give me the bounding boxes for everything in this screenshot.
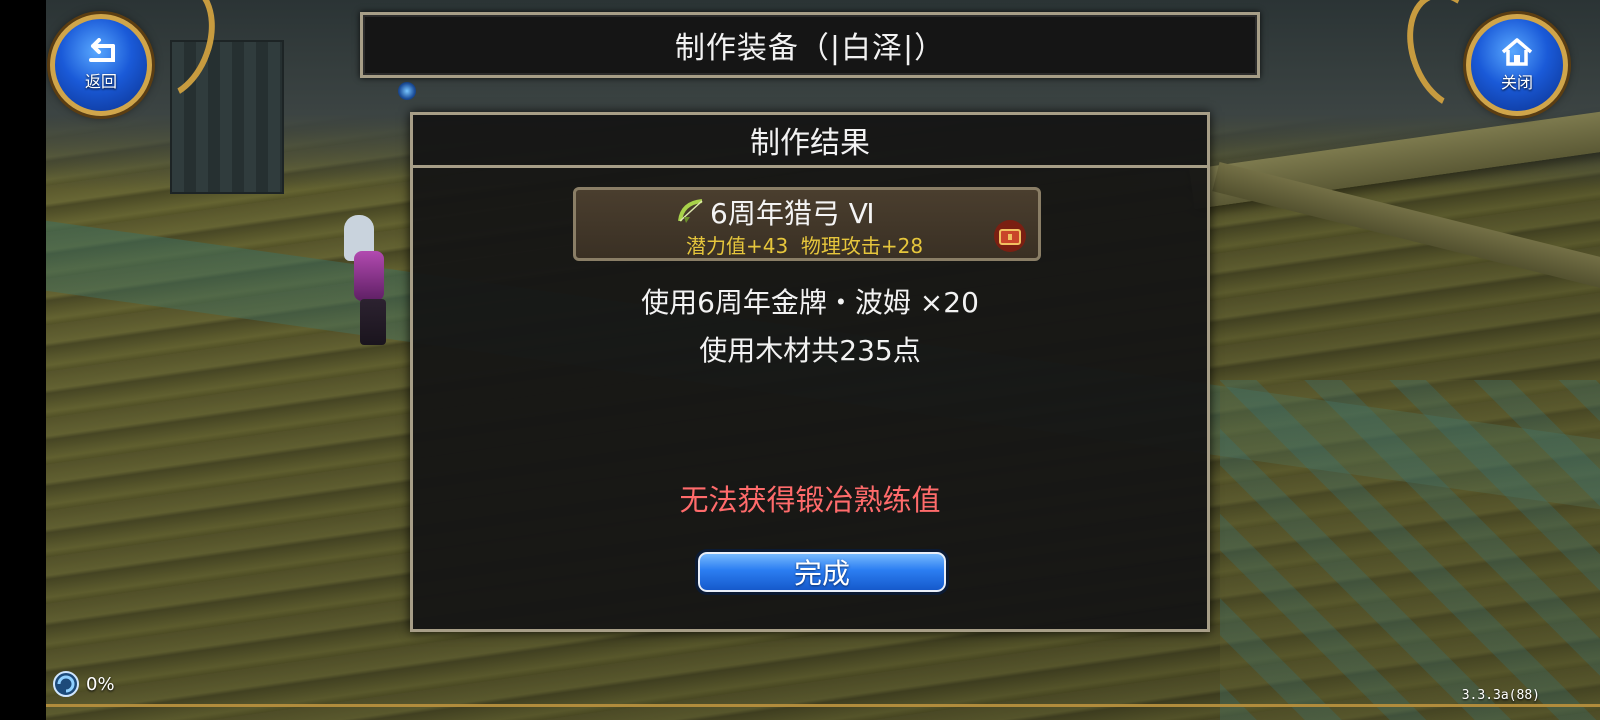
character-legs xyxy=(360,299,386,345)
window-title: 制作装备（|白泽|） xyxy=(674,31,946,66)
item-name-row: 6周年猎弓 Ⅵ xyxy=(676,196,875,230)
player-character xyxy=(340,215,410,350)
progress-percent: 0% xyxy=(86,674,115,695)
version-text: 3.3.3a(88) xyxy=(1461,688,1540,703)
crafted-item-card[interactable]: 6周年猎弓 Ⅵ 潜力值+43 物理攻击+28 xyxy=(573,187,1041,261)
done-label: 完成 xyxy=(793,557,850,590)
home-icon xyxy=(1501,38,1533,66)
scene-floor-pattern xyxy=(1220,380,1600,720)
back-label: 返回 xyxy=(84,72,117,91)
title-bar: 制作装备（|白泽|） xyxy=(360,12,1260,78)
item-name: 6周年猎弓 Ⅵ xyxy=(710,197,875,230)
back-arrow-icon xyxy=(89,38,115,62)
wood-used-text: 使用木材共235点 xyxy=(699,334,921,367)
close-label: 关闭 xyxy=(1500,73,1533,92)
loading-swirl-icon xyxy=(53,671,79,697)
close-button[interactable]: 关闭 xyxy=(1466,14,1568,116)
scene-orb xyxy=(398,82,416,100)
done-button[interactable]: 完成 xyxy=(695,549,949,595)
craft-result-dialog: 制作结果 6周年猎弓 Ⅵ 潜力值+43 物理攻击+28 使用6周年金牌・波姆 ×… xyxy=(410,112,1210,632)
dialog-title: 制作结果 xyxy=(413,115,1207,168)
material-used-text: 使用6周年金牌・波姆 ×20 xyxy=(641,286,979,319)
game-screen: 返回 关闭 制作装备（|白泽|） 制作结果 6周年猎弓 Ⅵ 潜力值+43 物理攻… xyxy=(0,0,1600,720)
bottom-border xyxy=(46,704,1600,707)
treasure-chest-icon xyxy=(994,220,1026,252)
warning-text: 无法获得锻冶熟练值 xyxy=(679,483,941,517)
item-stats: 潜力值+43 物理攻击+28 xyxy=(686,234,924,258)
bow-icon xyxy=(678,199,703,223)
back-button[interactable]: 返回 xyxy=(50,14,152,116)
character-body xyxy=(354,251,384,301)
